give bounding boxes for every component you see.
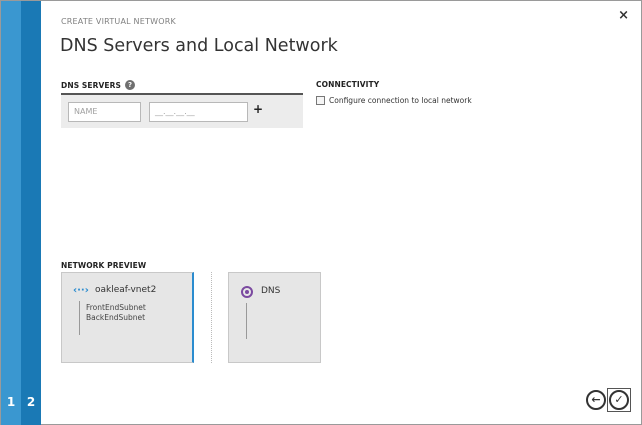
subnet-item: BackEndSubnet [86,313,146,322]
connectivity-label: CONNECTIVITY [316,80,380,89]
page-title: DNS Servers and Local Network [60,36,338,56]
dns-server-icon [241,286,253,298]
local-network-checkbox-label[interactable]: Configure connection to local network [329,96,472,105]
vnet-tree-line [79,301,80,335]
subnet-item: FrontEndSubnet [86,303,146,312]
help-icon[interactable]: ? [125,80,136,90]
wizard-steps: 1 2 [1,1,41,425]
vnet-preview-card[interactable]: ‹··› oakleaf-vnet2 FrontEndSubnet BackEn… [61,272,194,363]
checkmark-icon[interactable]: ✓ [609,390,629,410]
dialog-eyebrow: CREATE VIRTUAL NETWORK [61,17,176,26]
network-preview-label: NETWORK PREVIEW [61,261,147,270]
dns-ip-input[interactable]: __.__.__.__ [149,102,248,122]
dns-tree-line [246,303,247,339]
local-network-option[interactable]: Configure connection to local network [316,96,472,105]
dialog-frame: 1 2 × CREATE VIRTUAL NETWORK DNS Servers… [0,0,642,425]
step-1-number: 1 [6,395,16,409]
add-dns-server-icon[interactable]: + [253,102,263,116]
step-2-bar[interactable]: 2 [21,1,41,425]
virtual-network-icon: ‹··› [73,285,89,296]
close-icon[interactable]: × [618,8,629,23]
vnet-name: oakleaf-vnet2 [95,285,157,295]
dns-name-input[interactable]: NAME [68,102,141,122]
step-2-number: 2 [26,395,36,409]
dns-preview-card[interactable]: DNS [228,272,321,363]
step-1-bar[interactable]: 1 [1,1,21,425]
dns-servers-label: DNS SERVERS ? [61,80,136,90]
local-network-checkbox[interactable] [316,96,325,105]
back-arrow-icon[interactable]: ← [586,390,606,410]
dns-card-label: DNS [261,286,281,296]
preview-divider [211,272,212,363]
dns-servers-label-text: DNS SERVERS [61,80,122,90]
